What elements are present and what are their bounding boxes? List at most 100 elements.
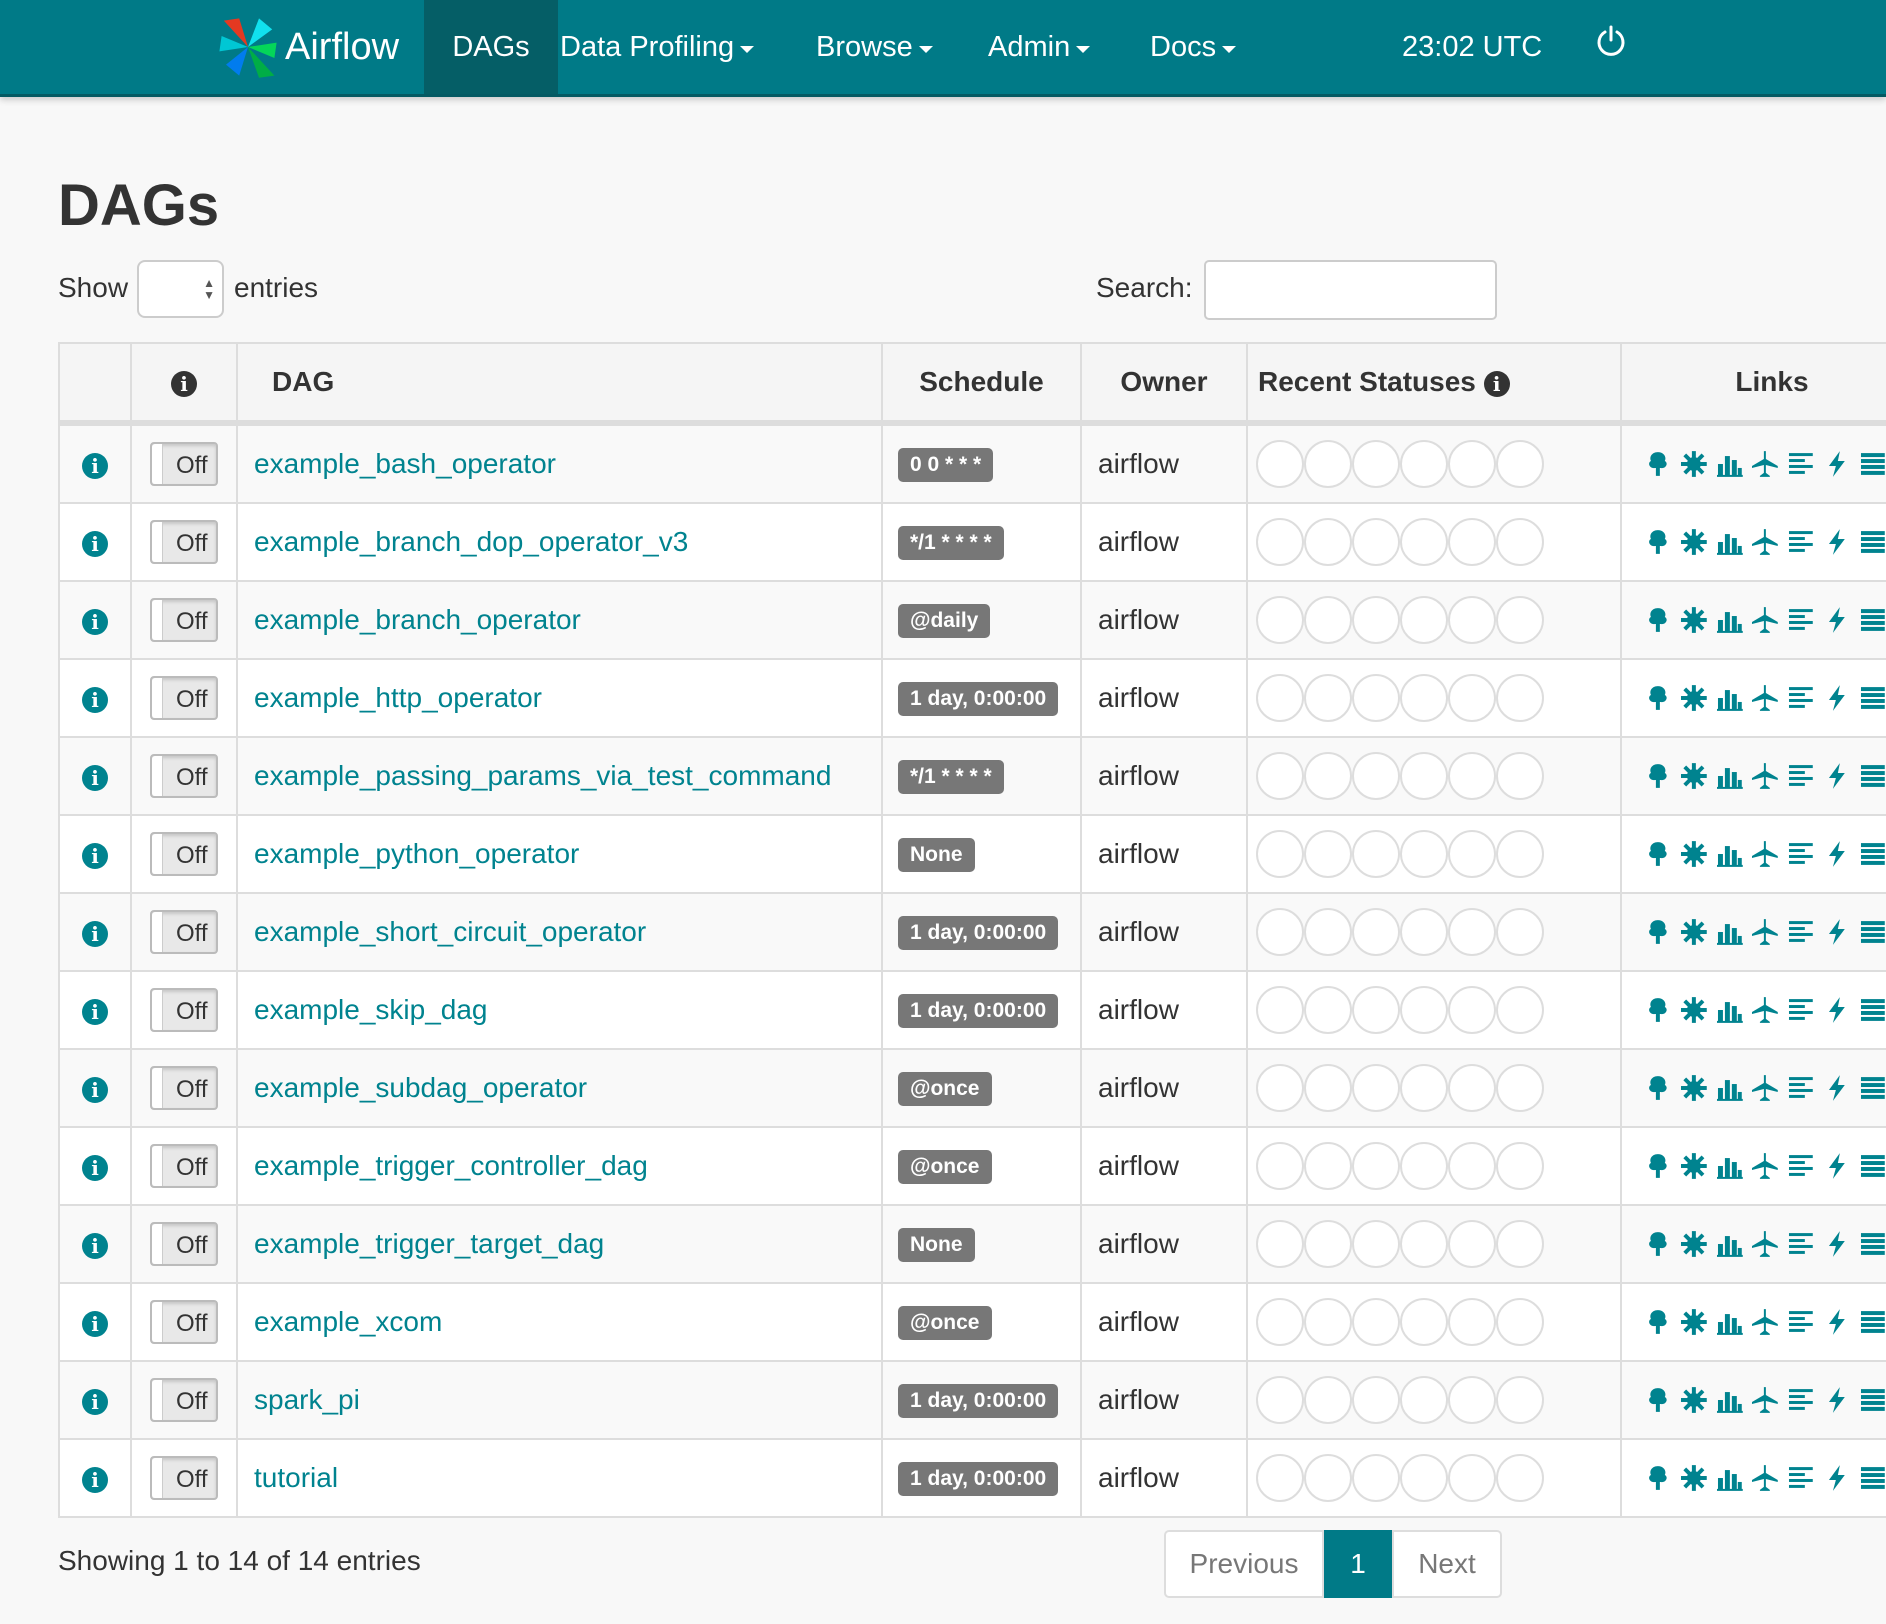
status-circle[interactable] — [1352, 440, 1400, 488]
logs-icon[interactable] — [1859, 1074, 1886, 1102]
status-circle[interactable] — [1496, 1376, 1544, 1424]
status-circle[interactable] — [1256, 596, 1304, 644]
dag-pause-toggle[interactable]: Off — [150, 1378, 218, 1422]
landing-times-icon[interactable] — [1787, 1464, 1815, 1492]
search-input[interactable] — [1204, 260, 1497, 320]
dag-pause-toggle[interactable]: Off — [150, 910, 218, 954]
status-circle[interactable] — [1256, 1142, 1304, 1190]
status-circle[interactable] — [1304, 1376, 1352, 1424]
status-circle[interactable] — [1448, 674, 1496, 722]
graph-view-icon[interactable] — [1680, 606, 1708, 634]
dag-pause-toggle[interactable]: Off — [150, 988, 218, 1032]
nav-docs[interactable]: Docs — [1150, 0, 1237, 94]
status-circle[interactable] — [1304, 674, 1352, 722]
trigger-icon[interactable] — [1823, 1230, 1851, 1258]
logs-icon[interactable] — [1859, 450, 1886, 478]
info-icon[interactable]: i — [82, 842, 108, 869]
status-circle[interactable] — [1448, 1298, 1496, 1346]
trigger-icon[interactable] — [1823, 1386, 1851, 1414]
status-circle[interactable] — [1256, 1298, 1304, 1346]
status-circle[interactable] — [1496, 1064, 1544, 1112]
status-circle[interactable] — [1496, 1298, 1544, 1346]
dag-link[interactable]: example_branch_operator — [254, 604, 581, 635]
tree-view-icon[interactable] — [1644, 918, 1672, 946]
status-circle[interactable] — [1352, 986, 1400, 1034]
graph-view-icon[interactable] — [1680, 1074, 1708, 1102]
trigger-icon[interactable] — [1823, 762, 1851, 790]
duration-chart-icon[interactable] — [1716, 1308, 1744, 1336]
dag-pause-toggle[interactable]: Off — [150, 1144, 218, 1188]
status-circle[interactable] — [1496, 674, 1544, 722]
gantt-icon[interactable] — [1751, 1074, 1779, 1102]
trigger-icon[interactable] — [1823, 606, 1851, 634]
status-circle[interactable] — [1304, 1220, 1352, 1268]
tree-view-icon[interactable] — [1644, 996, 1672, 1024]
trigger-icon[interactable] — [1823, 1464, 1851, 1492]
info-icon[interactable]: i — [171, 370, 197, 397]
header-owner[interactable]: Owner — [1080, 342, 1248, 426]
dag-link[interactable]: example_trigger_target_dag — [254, 1228, 604, 1259]
status-circle[interactable] — [1400, 1376, 1448, 1424]
dag-pause-toggle[interactable]: Off — [150, 1300, 218, 1344]
logs-icon[interactable] — [1859, 996, 1886, 1024]
status-circle[interactable] — [1352, 1142, 1400, 1190]
graph-view-icon[interactable] — [1680, 450, 1708, 478]
entries-per-page-select[interactable]: ▲ ▼ — [137, 260, 224, 318]
status-circle[interactable] — [1352, 1220, 1400, 1268]
status-circle[interactable] — [1304, 1142, 1352, 1190]
gantt-icon[interactable] — [1751, 450, 1779, 478]
nav-admin[interactable]: Admin — [988, 0, 1091, 94]
dag-link[interactable]: example_skip_dag — [254, 994, 488, 1025]
gantt-icon[interactable] — [1751, 1152, 1779, 1180]
status-circle[interactable] — [1496, 518, 1544, 566]
tree-view-icon[interactable] — [1644, 450, 1672, 478]
header-schedule[interactable]: Schedule — [881, 342, 1082, 426]
landing-times-icon[interactable] — [1787, 450, 1815, 478]
nav-browse[interactable]: Browse — [816, 0, 933, 94]
logs-icon[interactable] — [1859, 684, 1886, 712]
info-icon[interactable]: i — [82, 1388, 108, 1415]
dag-link[interactable]: example_python_operator — [254, 838, 579, 869]
dag-pause-toggle[interactable]: Off — [150, 832, 218, 876]
landing-times-icon[interactable] — [1787, 684, 1815, 712]
duration-chart-icon[interactable] — [1716, 762, 1744, 790]
gantt-icon[interactable] — [1751, 1464, 1779, 1492]
status-circle[interactable] — [1256, 1064, 1304, 1112]
logs-icon[interactable] — [1859, 606, 1886, 634]
tree-view-icon[interactable] — [1644, 762, 1672, 790]
logs-icon[interactable] — [1859, 528, 1886, 556]
status-circle[interactable] — [1448, 830, 1496, 878]
status-circle[interactable] — [1352, 674, 1400, 722]
status-circle[interactable] — [1448, 1220, 1496, 1268]
duration-chart-icon[interactable] — [1716, 996, 1744, 1024]
status-circle[interactable] — [1256, 440, 1304, 488]
info-icon[interactable]: i — [82, 1310, 108, 1337]
landing-times-icon[interactable] — [1787, 1230, 1815, 1258]
duration-chart-icon[interactable] — [1716, 840, 1744, 868]
status-circle[interactable] — [1400, 596, 1448, 644]
tree-view-icon[interactable] — [1644, 1230, 1672, 1258]
logs-icon[interactable] — [1859, 1308, 1886, 1336]
status-circle[interactable] — [1496, 986, 1544, 1034]
tree-view-icon[interactable] — [1644, 684, 1672, 712]
info-icon[interactable]: i — [82, 1466, 108, 1493]
tree-view-icon[interactable] — [1644, 1386, 1672, 1414]
landing-times-icon[interactable] — [1787, 1386, 1815, 1414]
status-circle[interactable] — [1496, 830, 1544, 878]
header-dag[interactable]: DAG — [236, 342, 883, 426]
trigger-icon[interactable] — [1823, 1308, 1851, 1336]
landing-times-icon[interactable] — [1787, 528, 1815, 556]
logs-icon[interactable] — [1859, 1386, 1886, 1414]
info-icon[interactable]: i — [82, 1232, 108, 1259]
status-circle[interactable] — [1304, 908, 1352, 956]
landing-times-icon[interactable] — [1787, 840, 1815, 868]
dag-link[interactable]: example_branch_dop_operator_v3 — [254, 526, 688, 557]
dag-link[interactable]: example_trigger_controller_dag — [254, 1150, 648, 1181]
dag-pause-toggle[interactable]: Off — [150, 1456, 218, 1500]
landing-times-icon[interactable] — [1787, 606, 1815, 634]
gantt-icon[interactable] — [1751, 840, 1779, 868]
status-circle[interactable] — [1448, 1142, 1496, 1190]
status-circle[interactable] — [1496, 1454, 1544, 1502]
dag-link[interactable]: example_http_operator — [254, 682, 542, 713]
dag-pause-toggle[interactable]: Off — [150, 1222, 218, 1266]
